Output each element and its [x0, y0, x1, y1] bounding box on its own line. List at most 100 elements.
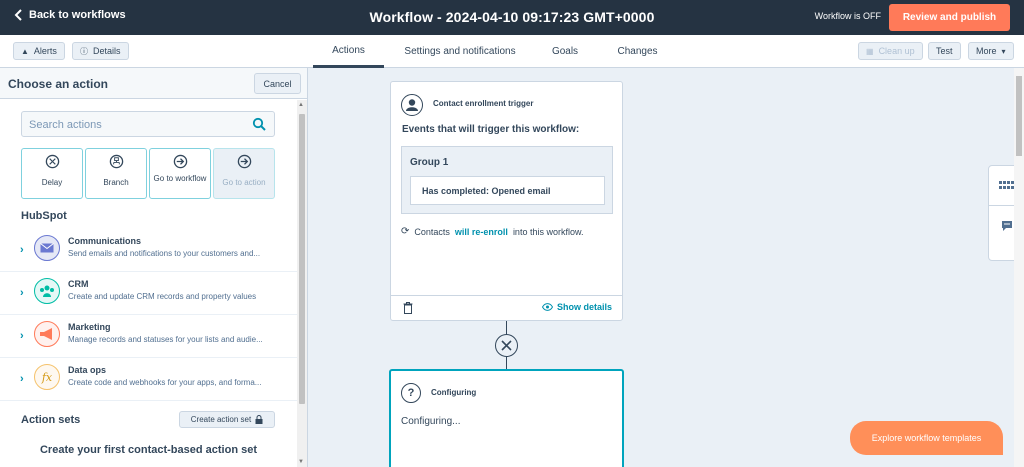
quick-action-go-to-action[interactable]: Go to action [213, 148, 275, 199]
clock-icon [45, 154, 60, 169]
tab-goals[interactable]: Goals [536, 35, 594, 68]
scroll-down-arrow-icon[interactable]: ▼ [298, 459, 304, 465]
panel-scrollbar[interactable]: ▲ ▼ [297, 100, 307, 467]
trigger-events-title: Events that will trigger this workflow: [402, 124, 580, 135]
show-details-link[interactable]: Show details [541, 302, 612, 312]
top-bar: Back to workflows Workflow - 2024-04-10 … [0, 0, 1024, 35]
trigger-condition[interactable]: Has completed: Opened email [410, 176, 605, 205]
eye-icon [541, 303, 553, 311]
category-name: CRM [68, 279, 89, 289]
reenroll-post: into this workflow. [512, 226, 584, 237]
scroll-up-arrow-icon[interactable]: ▲ [298, 102, 304, 108]
panel-scrollbar-thumb[interactable] [299, 114, 305, 404]
caret-down-icon: ▾ [1001, 46, 1006, 56]
chevron-right-icon: › [20, 287, 24, 299]
category-marketing[interactable]: › Marketing Manage records and statuses … [0, 315, 297, 358]
quick-action-label: Go to action [222, 178, 266, 187]
panel-header: Choose an action Cancel [0, 68, 307, 99]
trigger-card[interactable]: Contact enrollment trigger Events that w… [390, 81, 623, 321]
category-crm[interactable]: › CRM Create and update CRM records and … [0, 272, 297, 315]
reenroll-link[interactable]: will re-enroll [455, 227, 508, 237]
action-sets-title: Action sets [21, 414, 81, 426]
arrow-right-circle-icon [173, 154, 188, 169]
quick-action-delay[interactable]: Delay [21, 148, 83, 199]
panel-title: Choose an action [8, 77, 109, 91]
keyboard-icon [999, 181, 1014, 189]
chevron-right-icon: › [20, 373, 24, 385]
category-name: Marketing [68, 322, 111, 332]
quick-action-label: Delay [41, 178, 63, 187]
quick-action-branch[interactable]: Branch [85, 148, 147, 199]
quick-action-go-to-workflow[interactable]: Go to workflow [149, 148, 211, 199]
category-name: Data ops [68, 365, 107, 375]
contact-icon [401, 94, 423, 116]
remove-step-button[interactable] [495, 334, 518, 357]
workflow-status: Workflow is OFF [814, 11, 881, 21]
info-icon: ⓘ [80, 46, 88, 56]
tab-changes[interactable]: Changes [594, 35, 681, 68]
arrow-right-circle-icon [237, 154, 252, 169]
tab-settings-and-notifications[interactable]: Settings and notifications [384, 35, 536, 68]
create-action-set-button[interactable]: Create action set [179, 411, 275, 428]
megaphone-icon [34, 321, 60, 347]
search-actions-input[interactable]: Search actions [21, 111, 275, 137]
more-label: More [976, 46, 997, 56]
show-details-label: Show details [556, 302, 612, 312]
trash-icon[interactable] [403, 302, 413, 314]
configuring-card[interactable]: ? Configuring Configuring... [389, 369, 624, 467]
keyboard-button[interactable] [989, 166, 1014, 206]
category-description: Send emails and notifications to your cu… [68, 249, 261, 258]
test-button[interactable]: Test [928, 42, 961, 60]
email-icon [34, 235, 60, 261]
comments-button[interactable] [989, 206, 1014, 246]
search-placeholder: Search actions [29, 119, 102, 131]
search-icon[interactable] [252, 117, 266, 131]
clean-up-label: Clean up [878, 46, 915, 56]
branch-icon [109, 154, 124, 169]
category-description: Create and update CRM records and proper… [68, 292, 257, 301]
section-title-hubspot: HubSpot [21, 210, 67, 222]
main-scrollbar[interactable] [1014, 68, 1024, 467]
people-icon [34, 278, 60, 304]
trigger-group[interactable]: Group 1 Has completed: Opened email [401, 146, 613, 214]
function-icon: fx [34, 364, 60, 390]
category-description: Create code and webhooks for your apps, … [68, 378, 262, 387]
chevron-right-icon: › [20, 330, 24, 342]
comment-icon [1002, 221, 1012, 231]
cancel-button[interactable]: Cancel [254, 73, 301, 94]
main-tabs: Actions Settings and notifications Goals… [313, 35, 681, 68]
reenroll-text: ⟳ Contacts will re-enroll into this work… [401, 226, 583, 237]
more-button[interactable]: More ▾ [968, 42, 1014, 60]
category-name: Communications [68, 236, 142, 246]
category-communications[interactable]: › Communications Send emails and notific… [0, 229, 297, 272]
details-label: Details [93, 46, 121, 56]
sub-toolbar: ▲ Alerts ⓘ Details Actions Settings and … [0, 35, 1024, 68]
choose-action-panel: Choose an action Cancel Search actions D… [0, 68, 308, 467]
category-description: Manage records and statuses for your lis… [68, 335, 263, 344]
details-button[interactable]: ⓘ Details [72, 42, 129, 60]
review-and-publish-button[interactable]: Review and publish [889, 4, 1010, 31]
reenroll-pre: Contacts [414, 226, 450, 237]
clean-up-button[interactable]: ▦ Clean up [858, 42, 923, 60]
configuring-body: Configuring... [401, 416, 461, 427]
lock-icon [255, 415, 263, 424]
alerts-label: Alerts [33, 46, 57, 56]
side-tools-panel [988, 165, 1014, 261]
explore-workflow-templates-button[interactable]: Explore workflow templates [850, 421, 1003, 455]
question-icon: ? [401, 383, 421, 403]
create-action-set-label: Create action set [190, 415, 252, 424]
warning-icon: ▲ [21, 46, 29, 56]
alerts-button[interactable]: ▲ Alerts [13, 42, 65, 60]
chevron-right-icon: › [20, 244, 24, 256]
first-action-set-title: Create your first contact-based action s… [39, 444, 257, 456]
quick-action-label: Branch [103, 178, 129, 187]
tab-actions[interactable]: Actions [313, 35, 384, 68]
refresh-icon: ⟳ [401, 226, 410, 237]
main-scrollbar-thumb[interactable] [1016, 76, 1022, 156]
configuring-title: Configuring [431, 388, 477, 397]
close-icon [501, 340, 512, 351]
group-title: Group 1 [410, 157, 449, 168]
workflow-canvas[interactable]: Contact enrollment trigger Events that w… [308, 68, 1014, 467]
grid-icon: ▦ [866, 46, 874, 56]
category-data-ops[interactable]: › fx Data ops Create code and webhooks f… [0, 358, 297, 401]
